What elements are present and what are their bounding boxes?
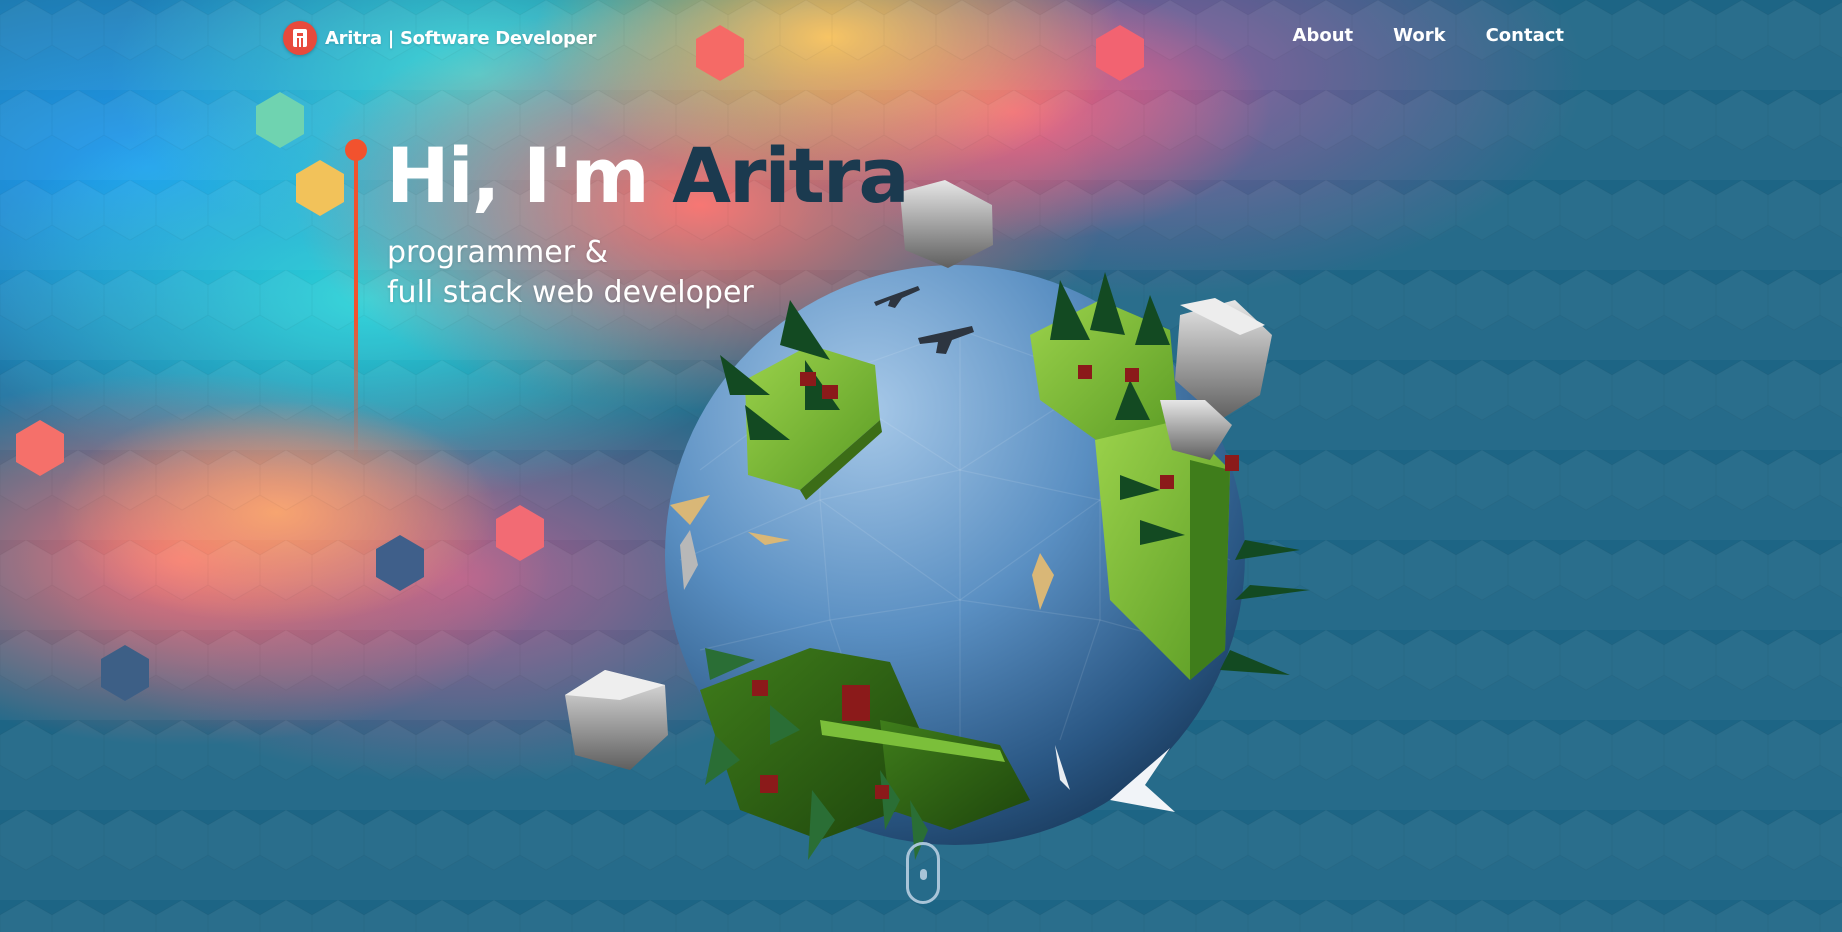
- hero-accent-line: [354, 148, 358, 458]
- hero-subtitle: programmer & full stack web developer: [387, 233, 754, 313]
- scroll-wheel: [920, 869, 927, 880]
- hero-name: Aritra: [672, 131, 909, 220]
- nav-work[interactable]: Work: [1393, 25, 1445, 46]
- hero-heading: Hi, I'm Aritra: [386, 128, 910, 224]
- nav-about[interactable]: About: [1293, 25, 1354, 46]
- mouse-scroll-icon[interactable]: [906, 842, 940, 904]
- brand-title[interactable]: Aritra | Software Developer: [325, 28, 596, 49]
- nav-contact[interactable]: Contact: [1486, 25, 1564, 46]
- brand[interactable]: Aritra | Software Developer: [283, 21, 596, 55]
- site-header: Aritra | Software Developer About Work C…: [0, 0, 1842, 76]
- hero-subtitle-line1: programmer &: [387, 235, 609, 270]
- page: Aritra | Software Developer About Work C…: [0, 0, 1842, 932]
- hero-subtitle-line2: full stack web developer: [387, 275, 754, 310]
- brand-logo-icon[interactable]: [283, 21, 317, 55]
- hero-accent-dot: [345, 139, 367, 161]
- hero-greeting: Hi, I'm: [386, 131, 673, 220]
- planet-illustration: [565, 180, 1310, 860]
- main-nav: About Work Contact: [1293, 25, 1564, 46]
